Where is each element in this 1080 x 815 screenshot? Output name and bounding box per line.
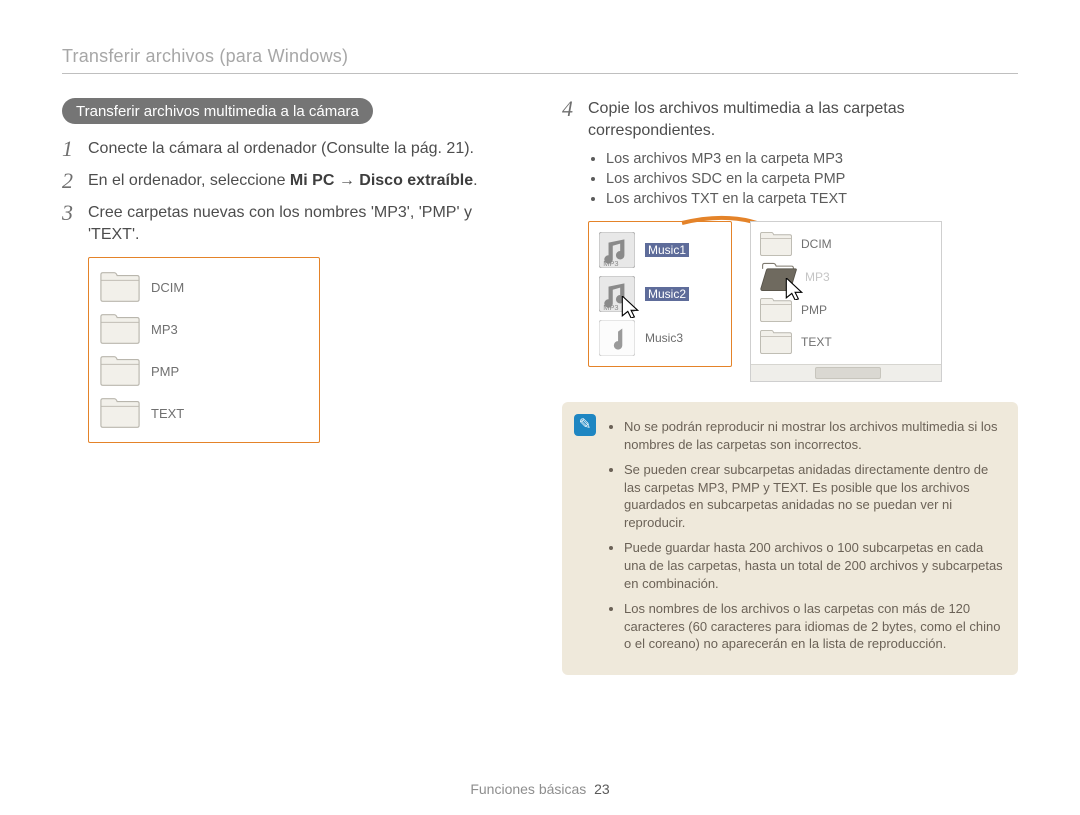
file-row-selected: Music1 [589,228,731,272]
left-column: Transferir archivos multimedia a la cáma… [62,98,518,675]
bullet: Los archivos SDC en la carpeta PMP [606,171,1018,187]
folder-icon [759,296,793,324]
title-rule [62,73,1018,74]
text: . [473,172,477,189]
folder-label: DCIM [801,237,832,251]
file-row: Music3 [589,316,731,360]
folder-icon [759,328,793,356]
footer-section-label: Funciones básicas [470,781,586,797]
section-heading-pill: Transferir archivos multimedia a la cáma… [62,98,373,124]
step-number: 2 [62,170,88,192]
page-title: Transferir archivos (para Windows) [62,46,1018,67]
step-number: 3 [62,202,88,224]
source-file-pane: Music1 Music2 Music3 [588,221,732,367]
note-bullet: Puede guardar hasta 200 archivos o 100 s… [624,539,1004,592]
folder-label: PMP [801,303,827,317]
folder-label: TEXT [801,335,832,349]
note-icon: ✎ [574,414,596,436]
folder-label: MP3 [151,322,178,337]
note-box: ✎ No se podrán reproducir ni mostrar los… [562,402,1018,675]
mp3-file-icon [599,276,635,312]
folder-row-drop-target: MP3 [751,260,941,294]
folder-icon [759,230,793,258]
folder-row: PMP [89,350,319,392]
file-label: Music1 [645,243,689,257]
bullet: Los archivos TXT en la carpeta TEXT [606,191,1018,207]
bold-text: Mi PC [290,172,334,189]
horizontal-scrollbar[interactable] [751,364,941,381]
page-footer: Funciones básicas 23 [0,781,1080,797]
step-4: 4 Copie los archivos multimedia a las ca… [562,98,1018,141]
step-text: Copie los archivos multimedia a las carp… [588,98,1018,141]
step-number: 1 [62,138,88,160]
folder-label: MP3 [805,270,830,284]
destination-folder-pane: DCIM MP3 PMP TEXT [750,221,942,382]
folder-icon [99,270,141,304]
figure-drag-to-folder: Music1 Music2 Music3 [588,221,1018,382]
step-2: 2 En el ordenador, seleccione Mi PC → Di… [62,170,518,192]
folder-row: PMP [751,294,941,326]
step-text: Cree carpetas nuevas con los nombres 'MP… [88,202,518,245]
note-bullet: Se pueden crear subcarpetas anidadas dir… [624,461,1004,531]
bullet: Los archivos MP3 en la carpeta MP3 [606,151,1018,167]
file-row-selected: Music2 [589,272,731,316]
file-label: Music3 [645,331,683,345]
file-label: Music2 [645,287,689,301]
step-number: 4 [562,98,588,120]
step-text: En el ordenador, seleccione Mi PC → Disc… [88,170,518,192]
music-file-icon [599,320,635,356]
mp3-file-icon [599,232,635,268]
footer-page-number: 23 [594,781,610,797]
note-bullet: Los nombres de los archivos o las carpet… [624,600,1004,653]
folder-icon [99,354,141,388]
folder-label: DCIM [151,280,184,295]
folder-row: DCIM [89,266,319,308]
figure-folder-list: DCIM MP3 PMP TEXT [88,257,320,443]
folder-open-icon [759,262,797,292]
folder-icon [99,396,141,430]
folder-icon [99,312,141,346]
step-text: Conecte la cámara al ordenador (Consulte… [88,138,518,160]
folder-label: TEXT [151,406,184,421]
bold-text: Disco extraíble [359,172,473,189]
folder-label: PMP [151,364,179,379]
text: En el ordenador, seleccione [88,172,290,189]
step-4-bullets: Los archivos MP3 en la carpeta MP3 Los a… [588,151,1018,207]
folder-row: DCIM [751,228,941,260]
folder-row: TEXT [89,392,319,434]
note-bullet: No se podrán reproducir ni mostrar los a… [624,418,1004,453]
text: → [334,172,359,189]
manual-page: Transferir archivos (para Windows) Trans… [0,0,1080,815]
step-3: 3 Cree carpetas nuevas con los nombres '… [62,202,518,245]
step-1: 1 Conecte la cámara al ordenador (Consul… [62,138,518,160]
right-column: 4 Copie los archivos multimedia a las ca… [562,98,1018,675]
folder-row: MP3 [89,308,319,350]
folder-row: TEXT [751,326,941,358]
